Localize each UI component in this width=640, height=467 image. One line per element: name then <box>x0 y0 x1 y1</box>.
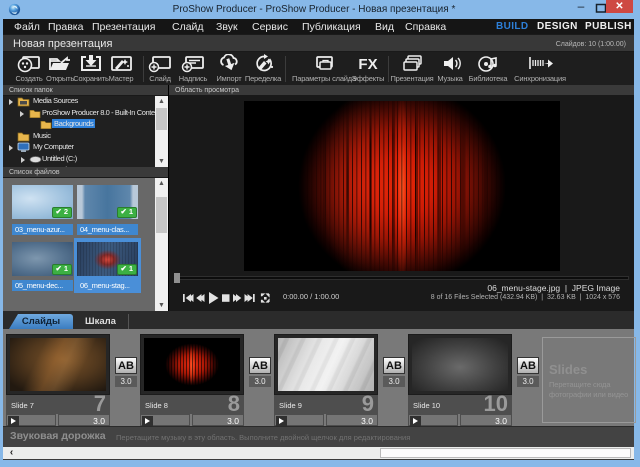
svg-text:FX: FX <box>358 56 377 73</box>
